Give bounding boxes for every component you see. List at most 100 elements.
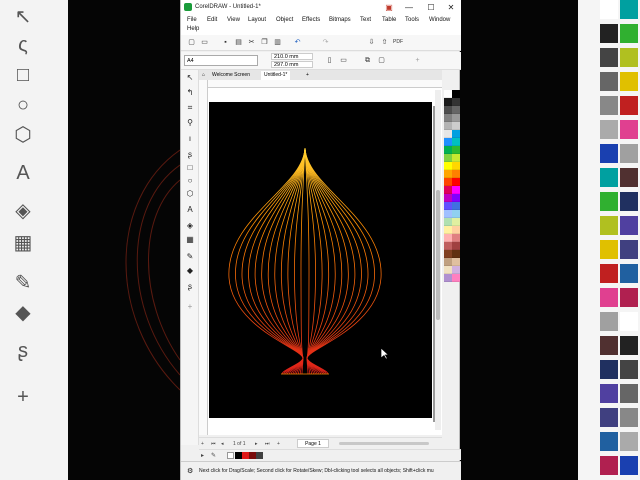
palette-swatch[interactable] bbox=[444, 162, 452, 170]
transparency-tool-icon[interactable]: ▦ bbox=[185, 235, 195, 245]
first-page-icon[interactable]: ⏮ bbox=[211, 441, 216, 447]
crop-tool-icon[interactable]: ⌗ bbox=[185, 103, 195, 113]
page-1-tab[interactable]: Page 1 bbox=[297, 439, 329, 448]
menu-text[interactable]: Text bbox=[360, 17, 371, 23]
palette-swatch[interactable] bbox=[452, 154, 460, 162]
palette-swatch[interactable] bbox=[444, 122, 452, 130]
copy-icon[interactable]: ❐ bbox=[260, 38, 269, 47]
black-swatch[interactable] bbox=[235, 452, 242, 459]
shape-tool-icon[interactable]: ↰ bbox=[185, 88, 195, 98]
pick-tool-icon[interactable]: ↖ bbox=[185, 73, 195, 83]
blend-curve[interactable] bbox=[228, 147, 306, 375]
menu-table[interactable]: Table bbox=[382, 17, 396, 23]
dark-red-swatch[interactable] bbox=[249, 452, 256, 459]
menu-help[interactable]: Help bbox=[187, 26, 199, 32]
palette-swatch[interactable] bbox=[452, 130, 460, 138]
save-icon[interactable]: ▪ bbox=[221, 38, 230, 47]
palette-swatch[interactable] bbox=[452, 242, 460, 250]
palette-swatch[interactable] bbox=[452, 234, 460, 242]
blend-tool-icon[interactable]: ◈ bbox=[185, 221, 195, 231]
palette-swatch[interactable] bbox=[452, 226, 460, 234]
palette-swatch[interactable] bbox=[444, 194, 452, 202]
maximize-button[interactable]: ☐ bbox=[421, 2, 441, 13]
close-button[interactable]: ✕ bbox=[441, 2, 461, 13]
palette-swatch[interactable] bbox=[452, 218, 460, 226]
blend-curve[interactable] bbox=[304, 147, 382, 375]
portrait-icon[interactable]: ▯ bbox=[325, 56, 334, 65]
palette-swatch[interactable] bbox=[444, 138, 452, 146]
horizontal-scrollbar[interactable] bbox=[339, 442, 429, 445]
no-color-swatch[interactable] bbox=[227, 452, 234, 459]
add-icon[interactable]: + bbox=[413, 56, 422, 65]
palette-swatch[interactable] bbox=[444, 90, 452, 98]
palette-swatch[interactable] bbox=[444, 266, 452, 274]
current-page-icon[interactable]: ▢ bbox=[377, 56, 386, 65]
minimize-button[interactable]: — bbox=[399, 2, 419, 13]
eyedropper-icon[interactable]: ✎ bbox=[211, 452, 216, 459]
text-tool-icon[interactable]: A bbox=[185, 205, 195, 215]
palette-swatch[interactable] bbox=[452, 250, 460, 258]
new-document-icon[interactable]: ▢ bbox=[187, 38, 196, 47]
document-page[interactable] bbox=[209, 102, 432, 418]
zoom-tool-icon[interactable]: ⚲ bbox=[185, 118, 195, 128]
cut-icon[interactable]: ✂ bbox=[247, 38, 256, 47]
menu-view[interactable]: View bbox=[227, 17, 240, 23]
import-icon[interactable]: ⇩ bbox=[367, 38, 376, 47]
palette-swatch[interactable] bbox=[452, 258, 460, 266]
palette-swatch[interactable] bbox=[452, 122, 460, 130]
export-icon[interactable]: ⇧ bbox=[380, 38, 389, 47]
ellipse-tool-icon[interactable]: ○ bbox=[185, 176, 195, 186]
drawing-canvas[interactable] bbox=[208, 88, 442, 435]
palette-swatch[interactable] bbox=[452, 178, 460, 186]
polygon-tool-icon[interactable]: ⬡ bbox=[185, 189, 195, 199]
print-icon[interactable]: ▤ bbox=[234, 38, 243, 47]
menu-object[interactable]: Object bbox=[276, 17, 293, 23]
palette-swatch[interactable] bbox=[452, 98, 460, 106]
landscape-icon[interactable]: ▭ bbox=[339, 56, 348, 65]
page-size-select[interactable]: A4 bbox=[184, 55, 258, 66]
gray-swatch[interactable] bbox=[256, 452, 263, 459]
freehand-tool-icon[interactable]: ı bbox=[185, 134, 195, 144]
red-swatch[interactable] bbox=[242, 452, 249, 459]
settings-icon[interactable]: ⚙ bbox=[187, 467, 193, 475]
open-icon[interactable]: ▭ bbox=[200, 38, 209, 47]
palette-swatch[interactable] bbox=[452, 170, 460, 178]
palette-swatch[interactable] bbox=[452, 146, 460, 154]
all-pages-icon[interactable]: ⧉ bbox=[363, 56, 372, 65]
palette-menu-icon[interactable]: ▸ bbox=[201, 452, 204, 459]
menu-layout[interactable]: Layout bbox=[248, 17, 266, 23]
artistic-media-icon[interactable]: ʂ bbox=[185, 150, 195, 160]
horizontal-ruler[interactable] bbox=[208, 80, 442, 88]
page-width-field[interactable]: 210.0 mm bbox=[271, 53, 313, 60]
rectangle-tool-icon[interactable]: □ bbox=[185, 163, 195, 173]
palette-swatch[interactable] bbox=[444, 98, 452, 106]
palette-swatch[interactable] bbox=[444, 178, 452, 186]
palette-swatch[interactable] bbox=[444, 130, 452, 138]
page-height-field[interactable]: 297.0 mm bbox=[271, 61, 313, 68]
blend-curve[interactable] bbox=[241, 147, 306, 375]
add-page-icon[interactable]: + bbox=[201, 441, 204, 447]
tab-welcome-screen[interactable]: Welcome Screen bbox=[209, 71, 253, 80]
palette-swatch[interactable] bbox=[452, 266, 460, 274]
palette-swatch[interactable] bbox=[444, 234, 452, 242]
palette-swatch[interactable] bbox=[444, 146, 452, 154]
last-page-icon[interactable]: ⏭ bbox=[265, 441, 270, 447]
palette-swatch[interactable] bbox=[452, 274, 460, 282]
prev-page-icon[interactable]: ◂ bbox=[221, 441, 224, 447]
tab-untitled-1[interactable]: Untitled-1* bbox=[261, 71, 291, 80]
palette-swatch[interactable] bbox=[452, 106, 460, 114]
palette-swatch[interactable] bbox=[452, 138, 460, 146]
vertical-ruler[interactable] bbox=[199, 80, 208, 435]
app-badge-icon[interactable]: ▣ bbox=[379, 2, 399, 13]
blend-curve[interactable] bbox=[304, 147, 369, 375]
palette-swatch[interactable] bbox=[452, 162, 460, 170]
palette-swatch[interactable] bbox=[452, 194, 460, 202]
palette-swatch[interactable] bbox=[444, 186, 452, 194]
palette-swatch[interactable] bbox=[444, 250, 452, 258]
palette-swatch[interactable] bbox=[444, 114, 452, 122]
blend-curve[interactable] bbox=[248, 147, 306, 375]
menu-effects[interactable]: Effects bbox=[302, 17, 320, 23]
menu-bitmaps[interactable]: Bitmaps bbox=[329, 17, 351, 23]
smart-fill-icon[interactable]: ʂ bbox=[185, 282, 195, 292]
next-page-icon[interactable]: ▸ bbox=[255, 441, 258, 447]
